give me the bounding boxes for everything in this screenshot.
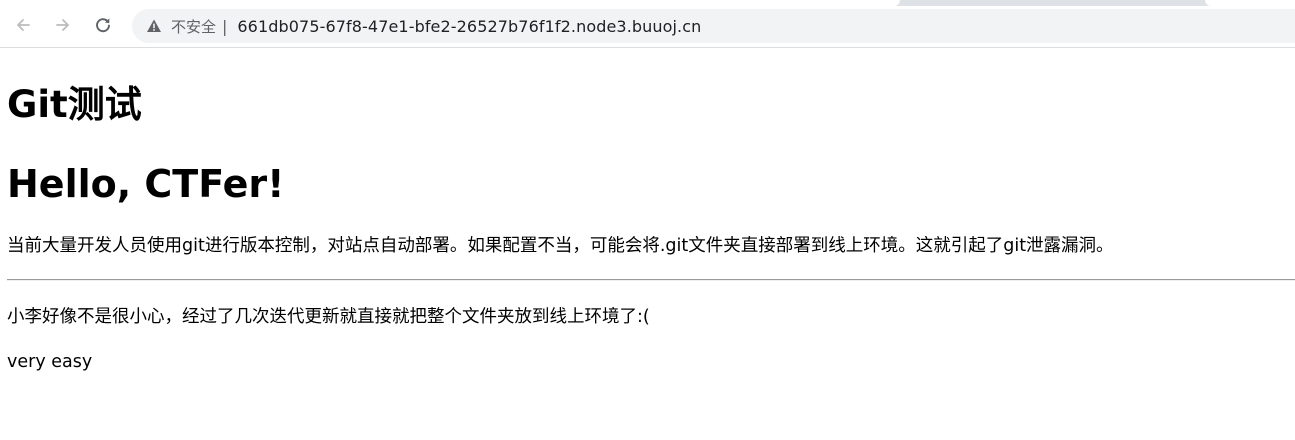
reload-button[interactable]	[88, 10, 118, 40]
security-label[interactable]: 不安全	[171, 16, 216, 37]
page-heading-git: Git测试	[7, 83, 142, 126]
hint-paragraph: 小李好像不是很小心，经过了几次迭代更新就直接就把整个文件夹放到线上环境了:(	[7, 307, 650, 327]
page-content: Git测试 Hello, CTFer! 当前大量开发人员使用git进行版本控制，…	[0, 49, 1295, 440]
browser-toolbar: 不安全 | 661db075-67f8-47e1-bfe2-26527b76f1…	[0, 6, 1295, 48]
security-separator: |	[222, 16, 228, 36]
arrow-left-icon	[17, 19, 30, 31]
url-text[interactable]: 661db075-67f8-47e1-bfe2-26527b76f1f2.nod…	[237, 17, 701, 36]
reload-icon	[96, 18, 110, 33]
forward-button[interactable]	[48, 10, 78, 40]
warning-triangle-icon[interactable]	[146, 18, 162, 34]
arrow-right-icon	[56, 19, 69, 31]
footer-paragraph: very easy	[7, 352, 93, 372]
horizontal-divider	[7, 279, 1295, 281]
back-button[interactable]	[8, 10, 38, 40]
intro-paragraph: 当前大量开发人员使用git进行版本控制，对站点自动部署。如果配置不当，可能会将.…	[7, 236, 1114, 256]
address-bar[interactable]: 不安全 | 661db075-67f8-47e1-bfe2-26527b76f1…	[132, 9, 1295, 43]
page-heading-hello: Hello, CTFer!	[7, 162, 285, 206]
